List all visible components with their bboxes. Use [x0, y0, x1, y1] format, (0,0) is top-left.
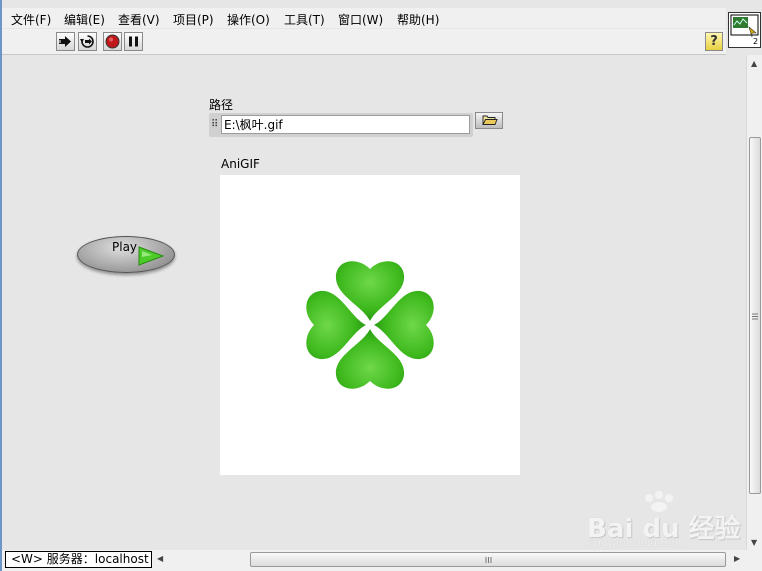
play-button-label: Play	[112, 240, 138, 254]
menu-operate[interactable]: 操作(O)	[227, 11, 270, 28]
run-arrow-icon	[59, 36, 71, 47]
status-bar: <W> 服务器：localhost ◀ ▶	[2, 550, 762, 571]
folder-open-icon	[482, 115, 498, 125]
path-control-label: 路径	[209, 98, 234, 112]
menu-edit[interactable]: 编辑(E)	[64, 11, 105, 28]
watermark-url: jingyan.baidu.com	[589, 538, 682, 549]
path-input[interactable]	[221, 115, 470, 134]
menu-view[interactable]: 查看(V)	[118, 11, 160, 28]
baidu-watermark: Bai du 经验 jingyan.baidu.com	[587, 490, 741, 550]
scroll-left-icon[interactable]: ◀	[157, 555, 163, 563]
play-button[interactable]: Play	[77, 236, 175, 273]
run-continuously-button[interactable]	[78, 32, 97, 51]
status-text: <W> 服务器：localhost	[5, 551, 152, 568]
anigif-picture-display	[220, 175, 520, 475]
clover-image	[306, 261, 434, 389]
run-button[interactable]	[56, 32, 75, 51]
grip-icon	[485, 557, 492, 563]
run-continuously-icon	[80, 35, 94, 48]
vi-icon-badge: 2	[753, 37, 758, 46]
context-help-button[interactable]: ?	[705, 32, 723, 51]
menu-help[interactable]: 帮助(H)	[397, 11, 439, 28]
browse-folder-button[interactable]	[475, 112, 503, 129]
menu-project[interactable]: 项目(P)	[173, 11, 214, 28]
vertical-scroll-thumb[interactable]	[749, 137, 761, 494]
vi-connector-icon[interactable]: 2	[728, 12, 761, 48]
abort-icon	[105, 34, 120, 49]
menu-bar: 文件(F) 编辑(E) 查看(V) 项目(P) 操作(O) 工具(T) 窗口(W…	[2, 8, 726, 28]
toolbar: ?	[2, 29, 726, 55]
vertical-scrollbar[interactable]: ▲ ▼	[746, 55, 762, 550]
anigif-label: AniGIF	[221, 157, 260, 171]
menu-tools[interactable]: 工具(T)	[284, 11, 325, 28]
scroll-up-icon[interactable]: ▲	[751, 60, 757, 68]
scroll-down-icon[interactable]: ▼	[751, 539, 757, 547]
abort-button[interactable]	[103, 32, 122, 51]
pause-icon	[129, 36, 138, 47]
horizontal-scroll-thumb[interactable]	[250, 552, 726, 567]
grip-icon	[752, 313, 758, 320]
path-grip-icon[interactable]: ⠿	[211, 117, 220, 133]
play-arrow-icon	[138, 246, 165, 266]
menu-window[interactable]: 窗口(W)	[338, 11, 383, 28]
scroll-right-icon[interactable]: ▶	[734, 555, 740, 563]
labview-front-panel-window: 文件(F) 编辑(E) 查看(V) 项目(P) 操作(O) 工具(T) 窗口(W…	[2, 0, 762, 571]
pause-button[interactable]	[124, 32, 143, 51]
help-icon: ?	[710, 34, 718, 49]
menu-file[interactable]: 文件(F)	[11, 11, 51, 28]
horizontal-scrollbar[interactable]: ◀ ▶	[154, 551, 744, 568]
vi-icon: 2	[730, 14, 759, 46]
